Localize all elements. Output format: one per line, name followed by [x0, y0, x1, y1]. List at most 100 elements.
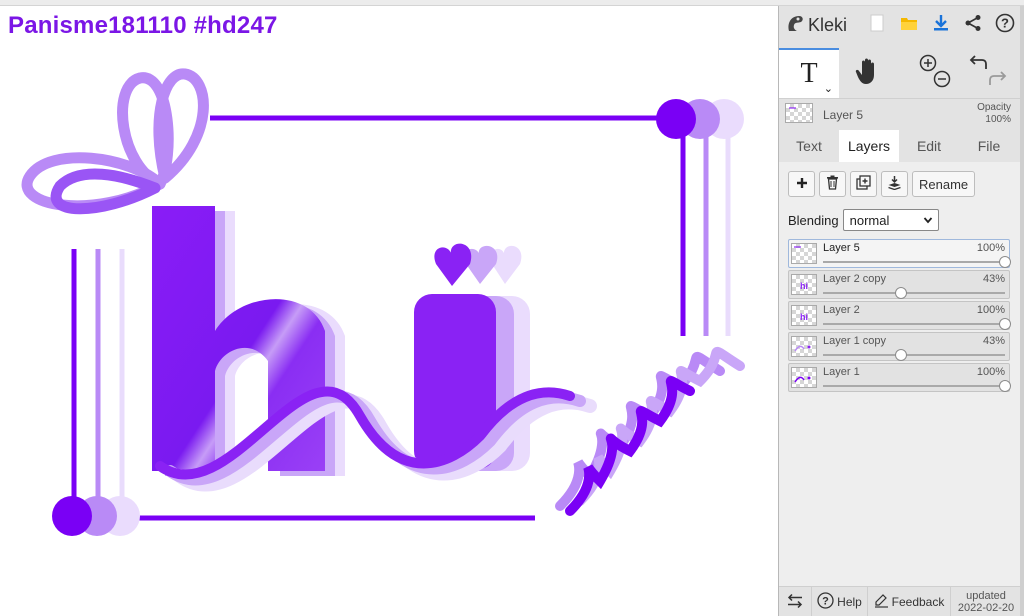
open-file-button[interactable] [893, 8, 925, 42]
download-button[interactable] [925, 8, 957, 42]
merge-down-icon [887, 175, 902, 193]
svg-text:hi: hi [800, 312, 808, 322]
layer-opacity: 100% [976, 304, 1005, 316]
tab-edit[interactable]: Edit [899, 130, 959, 162]
layer-item[interactable]: Layer 5 100% [788, 239, 1011, 268]
current-layer-thumbnail [785, 103, 813, 123]
layer-name: Layer 2 [823, 304, 860, 316]
layer-thumbnail: hi [791, 274, 817, 295]
text-tool-button[interactable]: T ⌄ [779, 48, 839, 98]
layer-name: Layer 5 [823, 242, 860, 254]
chevron-down-icon[interactable]: ⌄ [824, 82, 833, 95]
opacity-label: Opacity [977, 102, 1011, 113]
layer-item[interactable]: Layer 1 100% [788, 363, 1011, 392]
canvas-title: Panisme181110 #hd247 [8, 12, 278, 39]
open-folder-icon [900, 15, 918, 36]
slider-handle[interactable] [999, 380, 1011, 392]
panel-tabs: Text Layers Edit File [779, 130, 1021, 162]
layer-opacity-slider[interactable] [823, 256, 1011, 268]
help-link[interactable]: ? Help [812, 587, 868, 616]
new-file-button[interactable] [861, 8, 893, 42]
side-panel: Kleki ? T ⌄ Layer 5 Opacity 100% Text La… [778, 6, 1021, 616]
current-layer-opacity: Opacity 100% [977, 102, 1011, 126]
layer-list: Layer 5 100% hi Layer 2 copy 43% hi Laye… [788, 239, 1011, 394]
hand-icon [855, 56, 883, 91]
swap-arrows-icon [786, 593, 804, 612]
panel-footer: ? Help Feedback updated 2022-02-20 [779, 586, 1021, 616]
blending-row: Blending normal [788, 209, 939, 231]
slider-handle[interactable] [895, 349, 908, 361]
layer-item[interactable]: Layer 1 copy 43% [788, 332, 1010, 361]
zoom-out-icon[interactable] [933, 70, 951, 93]
updated-info: updated 2022-02-20 [951, 587, 1021, 616]
updated-date: 2022-02-20 [957, 602, 1015, 614]
hand-tool-button[interactable] [839, 48, 899, 98]
feedback-label: Feedback [891, 595, 945, 609]
layer-thumbnail [791, 367, 817, 388]
share-button[interactable] [957, 8, 989, 42]
layer-opacity-slider[interactable] [823, 318, 1011, 330]
help-label: Help [837, 595, 862, 609]
rename-layer-button[interactable]: Rename [912, 171, 976, 197]
tab-file[interactable]: File [959, 130, 1019, 162]
feedback-link[interactable]: Feedback [868, 587, 951, 616]
layer-name: Layer 2 copy [823, 273, 886, 285]
current-layer-name: Layer 5 [823, 108, 864, 122]
undo-icon[interactable] [969, 54, 989, 77]
layers-content: Rename Blending normal Layer 5 100% hi L… [779, 162, 1021, 586]
download-icon [932, 14, 950, 37]
feedback-icon [874, 593, 889, 611]
tab-layers[interactable]: Layers [839, 130, 899, 162]
layer-thumbnail [791, 243, 817, 264]
add-layer-button[interactable] [788, 171, 815, 197]
delete-layer-button[interactable] [819, 171, 846, 197]
layer-actions: Rename [788, 171, 976, 197]
layer-opacity: 43% [982, 273, 1005, 285]
layer-opacity-slider[interactable] [823, 287, 1005, 299]
app-name: Kleki [808, 14, 848, 35]
layer-opacity-slider[interactable] [823, 380, 1011, 392]
help-circle-icon: ? [817, 592, 834, 612]
help-button[interactable]: ? [989, 8, 1021, 42]
blending-select[interactable]: normal [842, 209, 939, 231]
tool-row: T ⌄ [779, 48, 1021, 98]
artwork [21, 68, 745, 536]
undo-redo-buttons [959, 48, 1019, 98]
plus-icon [796, 177, 808, 192]
trash-icon [826, 175, 839, 193]
redo-icon[interactable] [987, 70, 1007, 93]
slider-handle[interactable] [999, 256, 1011, 268]
layer-item[interactable]: hi Layer 2 copy 43% [788, 270, 1010, 299]
blending-label: Blending [788, 212, 839, 228]
slider-handle[interactable] [895, 287, 908, 299]
window-scrollbar[interactable] [1020, 6, 1024, 616]
duplicate-icon [856, 175, 871, 193]
layer-opacity: 43% [982, 335, 1005, 347]
updated-label: updated [966, 590, 1006, 602]
kleki-logo-icon [785, 13, 805, 38]
new-file-icon [870, 14, 884, 37]
text-tool-icon: T [800, 58, 818, 89]
layer-item[interactable]: hi Layer 2 100% [788, 301, 1011, 330]
kleki-app: Panisme181110 #hd247 Kleki ? T ⌄ Layer 5… [0, 0, 1024, 616]
layer-opacity-slider[interactable] [823, 349, 1005, 361]
help-icon: ? [995, 13, 1015, 38]
layer-opacity: 100% [976, 242, 1005, 254]
svg-text:?: ? [1001, 15, 1009, 30]
tab-text[interactable]: Text [779, 130, 839, 162]
duplicate-layer-button[interactable] [850, 171, 877, 197]
merge-down-button[interactable] [881, 171, 908, 197]
slider-handle[interactable] [999, 318, 1011, 330]
share-icon [964, 14, 982, 37]
layer-name: Layer 1 copy [823, 335, 886, 347]
chevron-down-icon [923, 214, 933, 229]
brand-bar: Kleki ? [779, 6, 1021, 44]
svg-text:?: ? [822, 596, 829, 608]
blending-value: normal [849, 212, 890, 228]
layer-thumbnail [791, 336, 817, 357]
drawing-canvas[interactable]: Panisme181110 #hd247 [0, 6, 778, 616]
layer-thumbnail: hi [791, 305, 817, 326]
kleki-brand[interactable]: Kleki [785, 13, 847, 38]
layer-opacity: 100% [976, 366, 1005, 378]
swap-side-button[interactable] [779, 587, 812, 616]
